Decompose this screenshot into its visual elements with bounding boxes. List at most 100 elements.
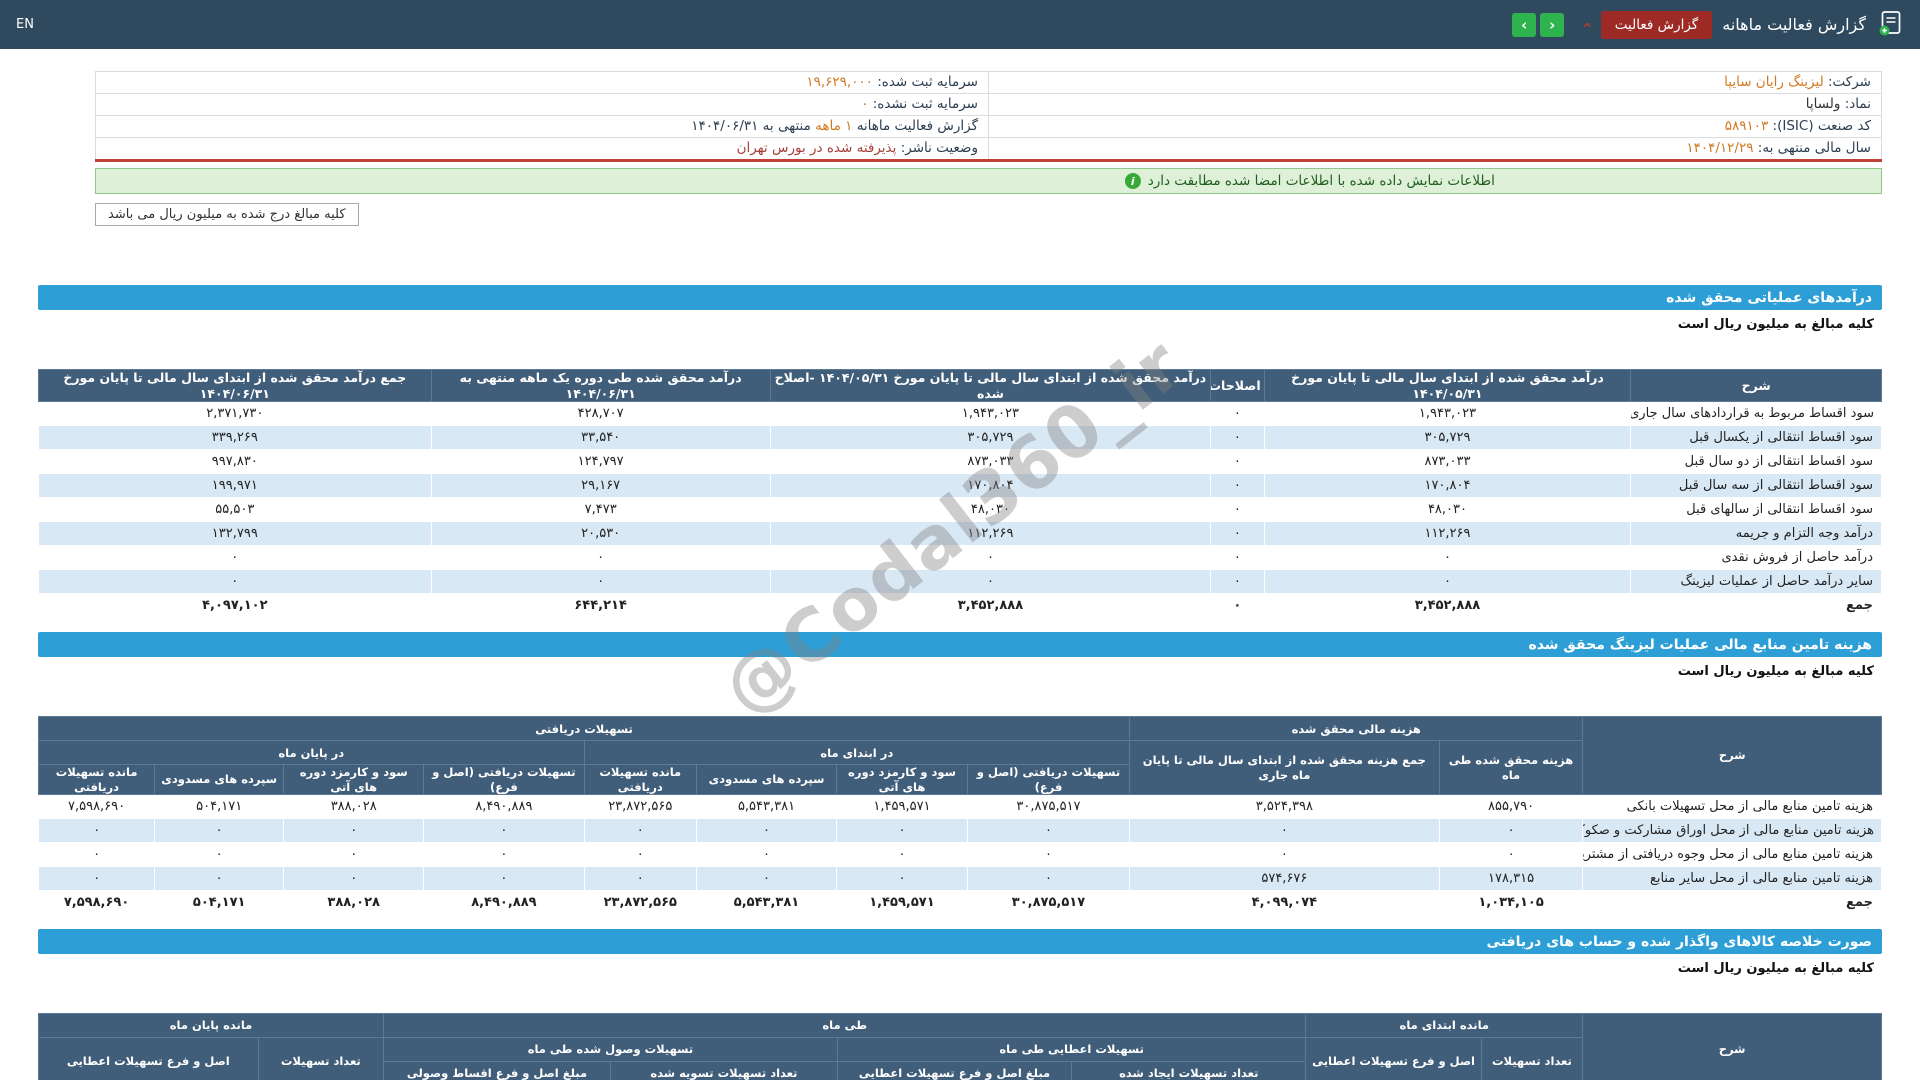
report-period-label: گزارش فعالیت ماهانه	[856, 118, 978, 134]
value-cell: ۰	[283, 842, 425, 867]
value-cell: ۰	[430, 569, 771, 595]
value-cell: ۰	[1210, 497, 1265, 523]
value-cell: ۰	[583, 818, 697, 843]
value-cell: ۳,۴۵۲,۸۸۸	[769, 593, 1212, 619]
group-header: طی ماه	[383, 1013, 1307, 1038]
value-cell: ۰	[1129, 842, 1440, 867]
report-type-button[interactable]: گزارش فعالیت	[1600, 10, 1713, 39]
column-header: اصلاحات	[1210, 368, 1265, 403]
group-header: تسهیلات دریافتی	[37, 716, 1131, 742]
column-header: تعداد تسهیلات	[1480, 1037, 1584, 1080]
value-cell: ۰	[38, 545, 432, 571]
column-header: مانده تسهیلات دریافتی	[583, 764, 697, 795]
info-row: کد صنعت (ISIC): ۵۸۹۱۰۳ گزارش فعالیت ماها…	[95, 115, 1882, 138]
column-header: مبلغ اصل و فرع اقساط وصولی	[383, 1061, 611, 1080]
revenue-tbody: سود اقساط مربوط به قراردادهای سال جاری ۱,…	[38, 401, 1882, 619]
value-cell: ۷,۵۹۸,۶۹۰	[37, 890, 156, 915]
financing-table: شرح هزینه مالی محقق شده تسهیلات دریافتی …	[37, 716, 1882, 915]
column-header: درآمد محقق شده از ابتدای سال مالی تا پای…	[769, 368, 1212, 403]
value-cell: ۰	[1210, 545, 1265, 571]
group-header: هزینه مالی محقق شده	[1129, 716, 1584, 742]
column-header: اصل و فرع تسهیلات اعطایی	[38, 1037, 259, 1080]
table-row: درآمد وجه التزام و جریمه ۱۱۲,۲۶۹ ۰ ۱۱۲,۲۶۹ ۲…	[38, 521, 1882, 547]
value-cell: ۰	[37, 866, 156, 891]
symbol-label: نماد:	[1844, 96, 1871, 112]
column-header: مبلغ اصل و فرع تسهیلات اعطایی	[836, 1061, 1073, 1080]
revenue-section-title: درآمدهای عملیاتی محقق شده	[38, 285, 1882, 310]
value-cell: ۵۵,۵۰۳	[38, 497, 432, 523]
value-cell: ۶۴۴,۲۱۴	[430, 593, 771, 619]
table-row: سایر درآمد حاصل از عملیات لیزینگ ۰ ۰ ۰ ۰ ۰	[38, 569, 1882, 595]
next-page-button[interactable]: ›	[1540, 12, 1565, 37]
goods-amounts-note: کلیه مبالغ به میلیون ریال است	[1677, 961, 1874, 976]
row-label: هزینه تامین منابع مالی از محل اوراق مشار…	[1582, 818, 1882, 843]
revenue-section: درآمدهای عملیاتی محقق شده کلیه مبالغ به …	[38, 285, 1882, 619]
column-header: شرح	[1582, 1013, 1882, 1080]
company-info-table: شرکت: لیزینگ رایان سایپا سرمایه ثبت شده:…	[95, 71, 1882, 162]
row-label: سایر درآمد حاصل از عملیات لیزینگ	[1630, 569, 1882, 595]
group-header: تسهیلات وصول شده طی ماه	[383, 1037, 838, 1062]
goods-summary-section: صورت خلاصه کالاهای واگذار شده و حساب های…	[37, 929, 1882, 1080]
value-cell: ۸,۴۹۰,۸۸۹	[423, 890, 585, 915]
value-cell: ۳۸۸,۰۲۸	[283, 794, 425, 819]
value-cell: ۷,۴۷۳	[430, 497, 771, 523]
column-header: تسهیلات دریافتی (اصل و فرع)	[423, 764, 585, 795]
value-cell: ۱,۴۵۹,۵۷۱	[836, 890, 968, 915]
value-cell: ۰	[283, 818, 425, 843]
info-cell: سرمایه ثبت نشده: ۰	[95, 93, 989, 116]
row-label: سود اقساط انتقالی از دو سال قبل	[1630, 449, 1882, 475]
report-sections: درآمدهای عملیاتی محقق شده کلیه مبالغ به …	[37, 285, 1882, 1080]
info-cell: گزارش فعالیت ماهانه ۱ ماهه منتهی به ۱۴۰۴…	[95, 115, 989, 138]
table-row: سود اقساط انتقالی از دو سال قبل ۸۷۳,۰۳۳ ۰ ۸…	[38, 449, 1882, 475]
value-cell: ۰	[423, 866, 585, 891]
isic-label: کد صنعت (ISIC):	[1772, 118, 1871, 134]
language-toggle[interactable]: EN	[16, 17, 34, 32]
value-cell: ۲۹,۱۶۷	[430, 473, 771, 499]
report-icon	[1876, 9, 1904, 41]
value-cell: ۴۸,۰۳۰	[769, 497, 1212, 523]
value-cell: ۳,۵۲۴,۳۹۸	[1129, 794, 1440, 819]
value-cell: ۱۷۸,۳۱۵	[1438, 866, 1584, 891]
value-cell: ۳۳۹,۲۶۹	[38, 425, 432, 451]
prev-page-button[interactable]: ‹	[1512, 12, 1537, 37]
signature-match-banner: اطلاعات نمایش داده شده با اطلاعات امضا ش…	[95, 168, 1882, 194]
finance-tbody: هزینه تامین منابع مالی از محل تسهیلات با…	[37, 794, 1882, 915]
info-cell: وضعیت ناشر: پذیرفته شده در بورس تهران	[95, 137, 989, 161]
row-label: جمع	[1630, 593, 1882, 619]
issuer-status-value: پذیرفته شده در بورس تهران	[736, 140, 897, 156]
value-cell: ۵۰۴,۱۷۱	[154, 794, 285, 819]
company-label: شرکت:	[1828, 74, 1871, 90]
chevron-down-icon[interactable]: ›	[1578, 21, 1597, 28]
group-header: مانده پایان ماه	[37, 1013, 385, 1038]
value-cell: ۸۵۵,۷۹۰	[1438, 794, 1584, 819]
value-cell: ۰	[1210, 401, 1265, 427]
report-period-suffix: منتهی به ۱۴۰۴/۰۶/۳۱	[691, 118, 811, 134]
column-header: سپرده های مسدودی	[695, 764, 838, 795]
value-cell: ۱,۹۴۳,۰۲۳	[769, 401, 1212, 427]
topbar: گزارش فعالیت ماهانه گزارش فعالیت › ‹ › E…	[0, 0, 1920, 49]
value-cell: ۰	[154, 866, 285, 891]
value-cell: ۱۷۰,۸۰۴	[1263, 473, 1632, 499]
value-cell: ۳۰۵,۷۲۹	[1263, 425, 1632, 451]
table-row: هزینه تامین منابع مالی از محل وجوه دریاف…	[37, 842, 1882, 867]
goods-table: شرح مانده ابتدای ماه طی ماه مانده پایان …	[37, 1013, 1882, 1080]
table-row: جمع ۳,۴۵۲,۸۸۸ ۰ ۳,۴۵۲,۸۸۸ ۶۴۴,۲۱۴ ۴,۰۹۷,۱۰۲	[38, 593, 1882, 619]
row-label: هزینه تامین منابع مالی از محل تسهیلات با…	[1582, 794, 1882, 819]
value-cell: ۱,۰۳۴,۱۰۵	[1438, 890, 1584, 915]
registered-capital-value: ۱۹,۶۲۹,۰۰۰	[806, 74, 873, 90]
value-cell: ۰	[154, 818, 285, 843]
column-header: تعداد تسهیلات	[257, 1037, 385, 1080]
row-label: سود اقساط انتقالی از یکسال قبل	[1630, 425, 1882, 451]
value-cell: ۲,۳۷۱,۷۳۰	[38, 401, 432, 427]
column-header: اصل و فرع تسهیلات اعطایی	[1305, 1037, 1482, 1080]
row-label: سود اقساط انتقالی از سه سال قبل	[1630, 473, 1882, 499]
value-cell: ۰	[154, 842, 285, 867]
revenue-amounts-note: کلیه مبالغ به میلیون ریال است	[1677, 317, 1874, 332]
value-cell: ۰	[583, 842, 697, 867]
revenue-table: شرح درآمد محقق شده از ابتدای سال مالی تا…	[38, 368, 1882, 619]
value-cell: ۰	[1210, 449, 1265, 475]
value-cell: ۴۸,۰۳۰	[1263, 497, 1632, 523]
financing-section-title: هزینه تامین منابع مالی عملیات لیزینگ محق…	[38, 632, 1882, 658]
group-header: در ابتدای ماه	[583, 740, 1131, 766]
value-cell: ۰	[836, 818, 968, 843]
